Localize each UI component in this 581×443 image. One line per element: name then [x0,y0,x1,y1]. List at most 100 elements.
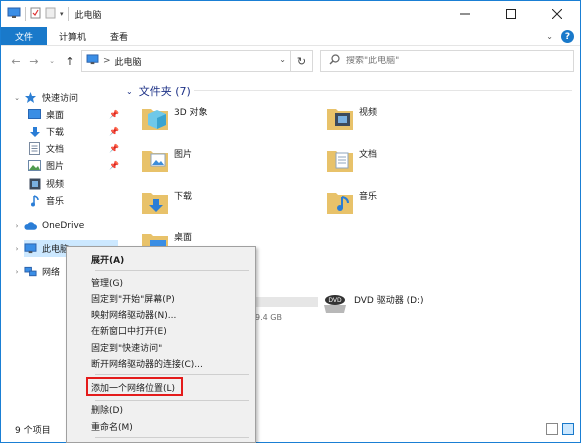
videos-folder-icon [327,109,353,130]
highlight-box [86,377,183,396]
address-dropdown-icon[interactable]: ⌄ [279,55,286,64]
quick-access-toolbar: ▾ [1,1,69,27]
sidebar-item-pictures[interactable]: 图片 [28,157,64,174]
up-arrow-icon[interactable]: ↑ [61,51,79,71]
folders-group-header[interactable]: ⌄ 文件夹 (7) [126,83,191,99]
expanded-chevron-icon[interactable]: ⌄ [12,94,22,102]
cloud-icon [24,219,37,232]
sidebar-item-music[interactable]: 音乐 [28,192,64,209]
menu-item-expand[interactable]: 展开(A) [91,251,124,267]
computer-icon [24,242,37,255]
folder-item-downloads[interactable]: 下载 [140,187,192,217]
drive-size-text: 9.4 GB [255,313,282,322]
sidebar-item-network[interactable]: › 网络 [16,263,61,280]
pin-icon[interactable]: 📌 [109,127,119,136]
details-view-icon[interactable] [546,423,558,435]
search-input[interactable] [346,56,546,66]
back-arrow-icon[interactable]: ← [7,51,25,71]
toolbar-separator [67,7,69,21]
group-title: 文件夹 (7) [138,85,191,98]
group-divider [194,90,572,91]
menu-separator [95,270,249,271]
sidebar-item-downloads[interactable]: 下载 [28,123,64,140]
sidebar-item-label: OneDrive [42,220,85,231]
sidebar-item-videos[interactable]: 视频 [28,175,64,192]
search-icon [329,54,340,68]
music-folder-icon [327,193,353,214]
maximize-button[interactable] [488,1,534,27]
picture-icon [28,159,41,172]
collapsed-chevron-icon[interactable]: › [12,268,22,276]
new-folder-icon[interactable] [45,7,56,22]
document-icon [28,142,41,155]
menu-item-disconnect-network-drive[interactable]: 断开网络驱动器的连接(C)... [91,355,203,371]
view-switcher [546,423,574,435]
sidebar-item-label: 此电脑 [42,245,70,255]
star-icon [24,91,37,104]
folder-item-3d-objects[interactable]: 3D 对象 [140,103,208,133]
address-bar[interactable]: > 此电脑 ⌄ ↻ [81,50,313,72]
tab-file[interactable]: 文件 [1,27,48,45]
folder-label: 文档 [359,150,378,160]
folder-item-documents[interactable]: 文档 [325,145,377,175]
drive-item-dvd[interactable]: DVD DVD 驱动器 (D:) [322,291,424,317]
large-icons-view-icon[interactable] [562,423,574,435]
menu-separator [95,437,249,438]
network-icon [24,265,37,278]
pin-icon[interactable]: 📌 [109,144,119,153]
pin-icon[interactable]: 📌 [109,161,119,170]
close-button[interactable] [534,1,580,27]
window-title: 此电脑 [74,10,102,21]
recent-locations-icon[interactable]: ⌄ [43,51,61,71]
search-box[interactable] [320,50,574,72]
chevron-down-icon[interactable]: ⌄ [126,87,133,96]
breadcrumb-separator[interactable]: > [103,56,111,66]
sidebar-item-label: 视频 [46,180,65,190]
folder-label: 桌面 [174,233,193,243]
documents-folder-icon [327,151,353,172]
sidebar-item-desktop[interactable]: 桌面 [28,106,64,123]
chevron-down-icon[interactable]: ⌄ [546,32,553,41]
forward-arrow-icon[interactable]: → [25,51,43,71]
minimize-button[interactable] [442,1,488,27]
computer-icon [7,7,21,22]
folder-item-music[interactable]: 音乐 [325,187,377,217]
svg-text:DVD: DVD [328,297,342,304]
menu-item-delete[interactable]: 删除(D) [91,401,123,417]
folder-label: 视频 [359,108,378,118]
sidebar-item-onedrive[interactable]: › OneDrive [16,217,85,234]
item-count: 9 个项目 [15,425,51,436]
folder-item-videos[interactable]: 视频 [325,103,377,133]
title-bar: ▾ 此电脑 [1,1,580,27]
collapsed-chevron-icon[interactable]: › [12,245,22,253]
breadcrumb[interactable]: 此电脑 [115,55,142,68]
navigation-bar: ← → ⌄ ↑ > 此电脑 ⌄ ↻ [1,46,580,76]
menu-item-map-network-drive[interactable]: 映射网络驱动器(N)... [91,306,176,322]
sidebar-item-documents[interactable]: 文档 [28,140,64,157]
sidebar-item-label: 网络 [42,268,61,278]
tab-view[interactable]: 查看 [98,27,140,45]
pin-icon[interactable]: 📌 [109,110,119,119]
tab-computer[interactable]: 计算机 [47,27,98,45]
properties-icon[interactable] [30,7,41,22]
menu-item-open-new-window[interactable]: 在新窗口中打开(E) [91,322,167,338]
folder-item-pictures[interactable]: 图片 [140,145,192,175]
menu-separator [95,374,249,375]
sidebar-item-label: 下载 [46,128,65,138]
sidebar-item-label: 桌面 [46,111,65,121]
drive-usage-bar [248,297,318,307]
sidebar-item-quick-access[interactable]: ⌄ 快速访问 [14,89,78,106]
help-icon[interactable]: ? [561,30,574,43]
menu-item-rename[interactable]: 重命名(M) [91,418,133,434]
refresh-icon[interactable]: ↻ [290,50,312,72]
ribbon-right-controls: ⌄ ? [546,27,574,46]
menu-item-manage[interactable]: 管理(G) [91,274,123,290]
pictures-folder-icon [142,151,168,172]
film-icon [28,177,41,190]
collapsed-chevron-icon[interactable]: › [12,222,22,230]
customize-toolbar-icon[interactable]: ▾ [60,10,64,18]
folder-label: 图片 [174,150,193,160]
3d-objects-folder-icon [142,109,168,130]
menu-item-pin-to-start[interactable]: 固定到"开始"屏幕(P) [91,290,175,306]
menu-item-pin-quick-access[interactable]: 固定到"快速访问" [91,339,162,355]
